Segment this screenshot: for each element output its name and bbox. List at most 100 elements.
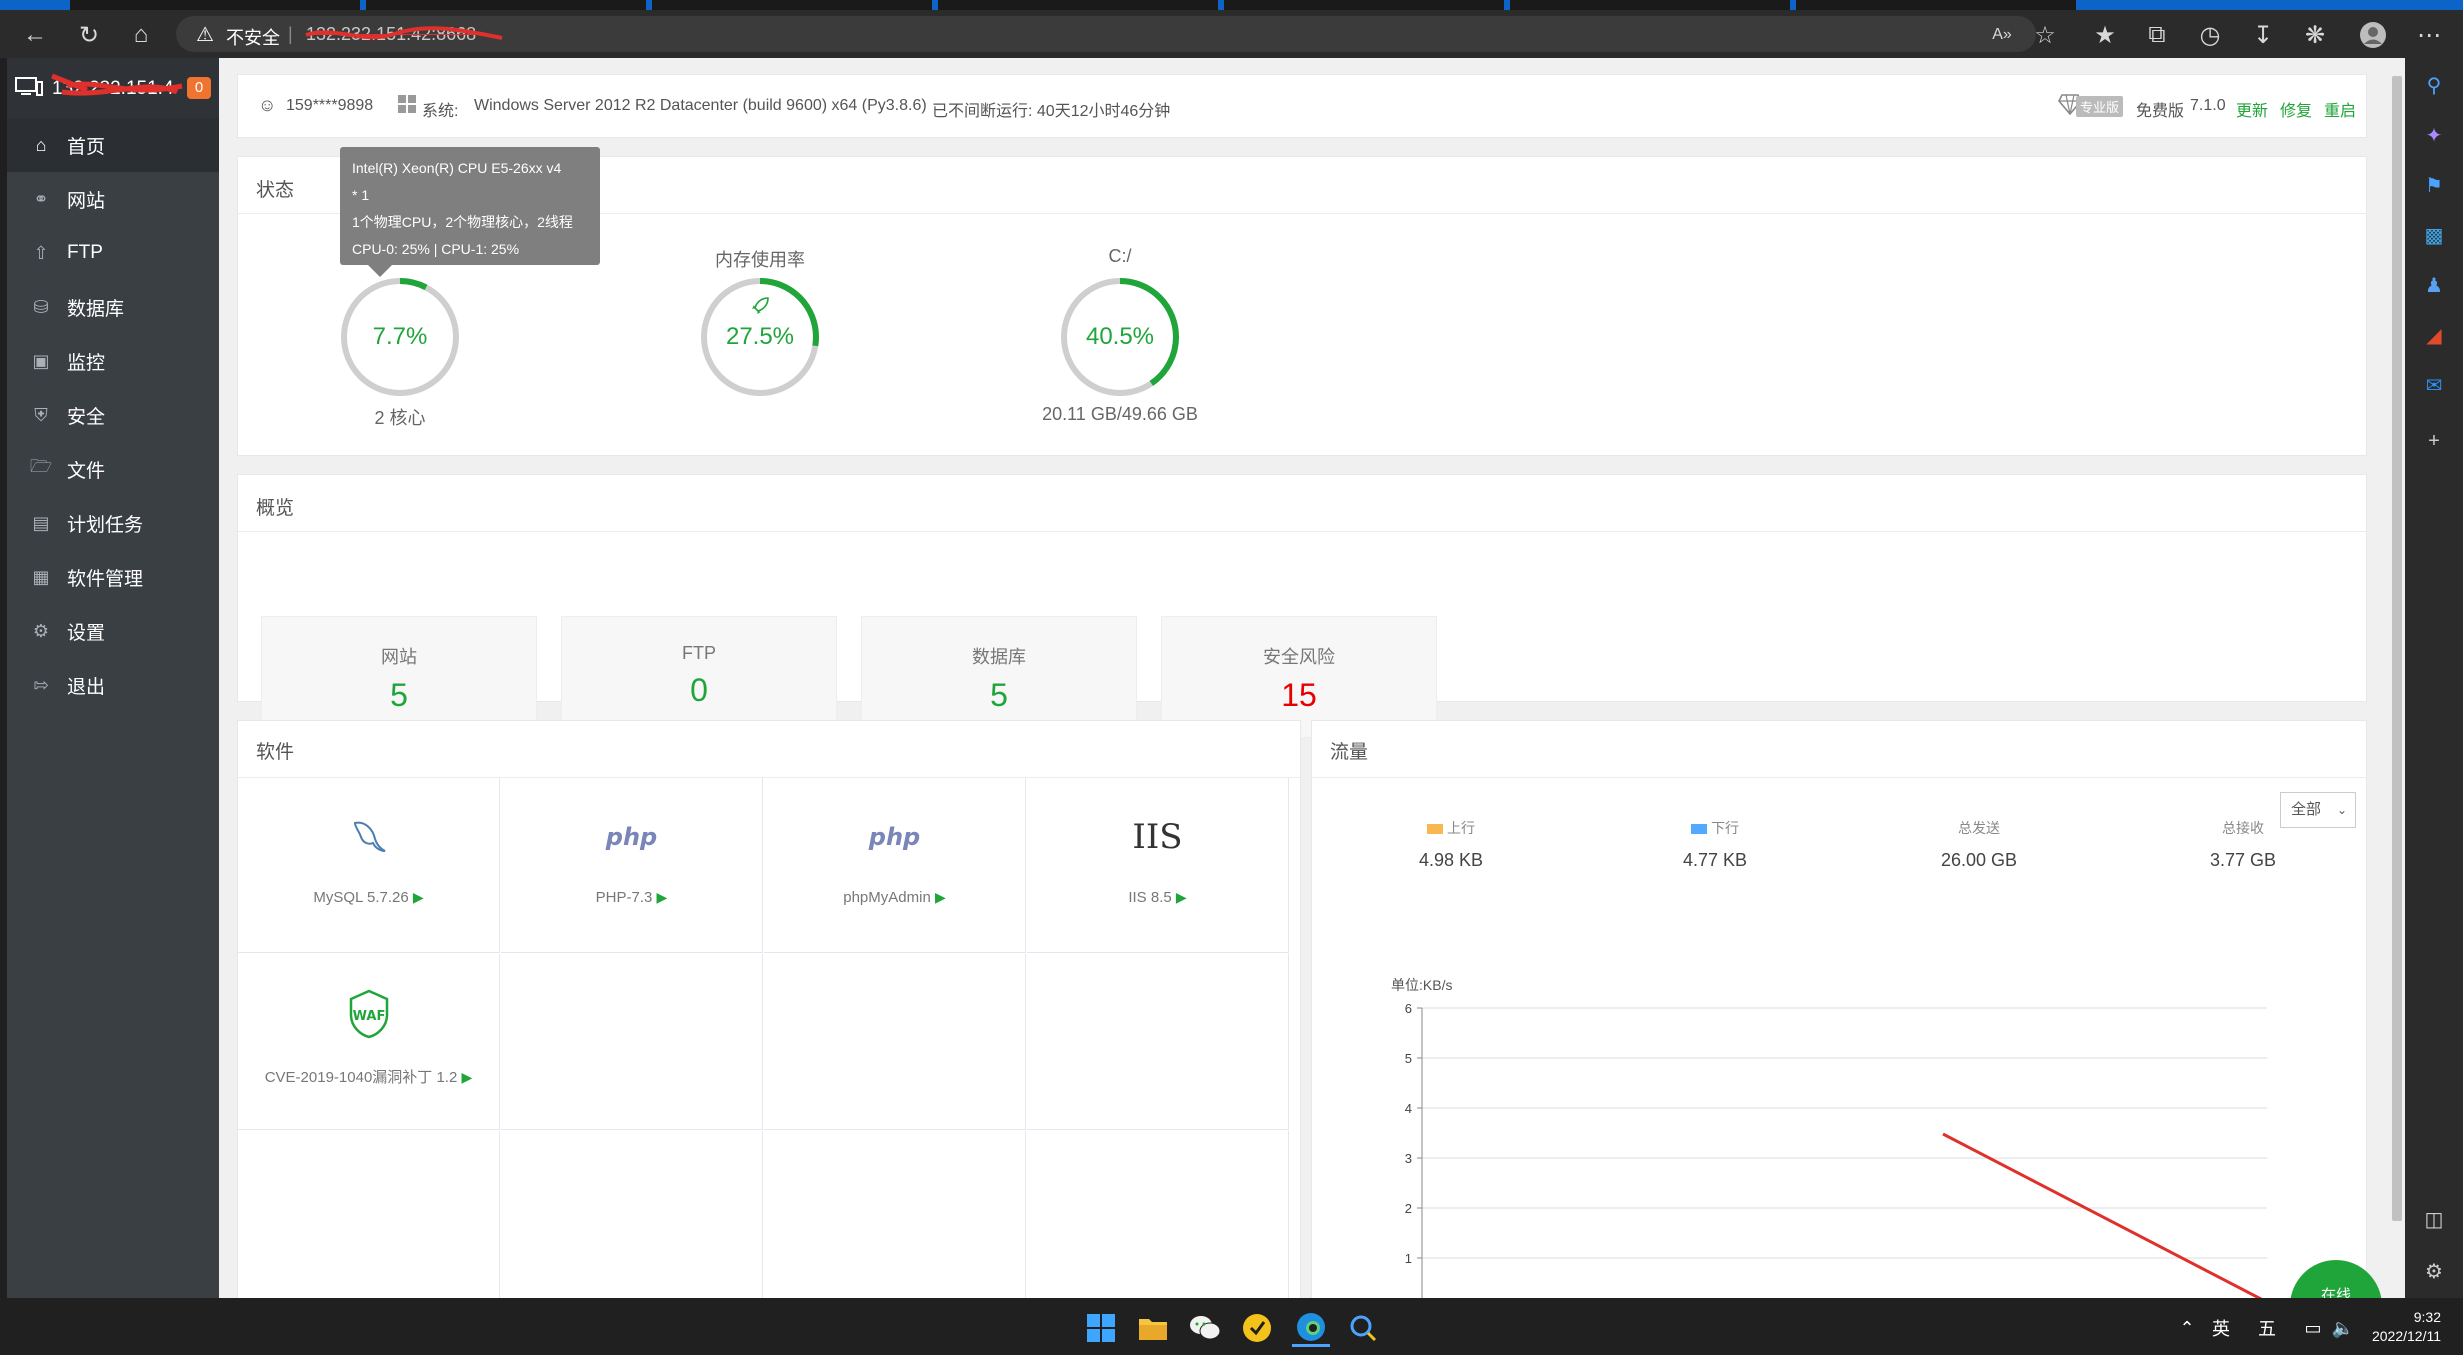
software-name: IIS 8.5 ▶ <box>1027 889 1288 906</box>
software-name: PHP-7.3 ▶ <box>501 889 762 906</box>
profile-icon[interactable] <box>2356 18 2390 52</box>
sidebar-item-cron[interactable]: ▤ 计划任务 <box>7 496 219 550</box>
restart-link[interactable]: 重启 <box>2324 97 2356 121</box>
php-icon: php <box>764 815 1025 859</box>
address-bar[interactable]: ⚠ 不安全 | 132.232.151.42:8668 <box>176 16 2036 52</box>
overview-value: 15 <box>1281 677 1317 713</box>
scrollbar-thumb[interactable] <box>2392 76 2402 1221</box>
volume-icon[interactable]: 🔈 <box>2324 1309 2362 1347</box>
gear-icon[interactable]: ⚙ <box>2419 1256 2449 1286</box>
pro-edition-tag[interactable]: 专业版 <box>2076 96 2124 117</box>
taskbar: ⌃ 英 五 ▭ 🔈 9:32 2022/12/11 <box>0 1298 2463 1355</box>
ime-mode[interactable]: 五 <box>2248 1309 2286 1347</box>
favorite-add-icon[interactable]: ☆ <box>2028 18 2062 52</box>
upload-icon: ⇧ <box>33 242 49 263</box>
read-aloud-icon[interactable]: A» <box>1985 18 2019 52</box>
calendar-icon: ▤ <box>32 512 50 533</box>
sidebar-item-settings[interactable]: ⚙ 设置 <box>7 604 219 658</box>
wechat-icon[interactable] <box>1186 1309 1224 1347</box>
disk-gauge-value: 40.5% <box>1085 323 1155 350</box>
overview-label: 网站 <box>381 647 417 667</box>
overview-title: 概览 <box>256 498 295 519</box>
tab[interactable] <box>1510 0 1790 10</box>
history-icon[interactable]: ◷ <box>2193 18 2227 52</box>
add-icon[interactable]: + <box>2419 426 2449 456</box>
tab[interactable] <box>938 0 1218 10</box>
tab[interactable] <box>1796 0 2076 10</box>
page-scrollbar[interactable] <box>2389 58 2405 1298</box>
sidebar-item-files[interactable]: 🗁 文件 <box>7 442 219 496</box>
software-item-php[interactable]: php PHP-7.3 ▶ <box>501 777 763 953</box>
tag-icon[interactable]: ⚑ <box>2419 170 2449 200</box>
edge-browser-icon[interactable] <box>1292 1309 1330 1347</box>
update-link[interactable]: 更新 <box>2236 97 2268 121</box>
tab[interactable] <box>366 0 646 10</box>
sidebar-item-label: 数据库 <box>67 298 125 320</box>
split-screen-icon[interactable]: ◫ <box>2419 1204 2449 1234</box>
y-tick-label: 6 <box>1405 1001 1412 1016</box>
search-app-icon[interactable] <box>1344 1309 1382 1347</box>
software-name-text: PHP-7.3 <box>595 889 653 906</box>
tooltip-line: CPU-0: 25% | CPU-1: 25% <box>352 241 520 257</box>
play-icon[interactable]: ▶ <box>935 889 946 905</box>
system-clock[interactable]: 9:32 2022/12/11 <box>2372 1308 2441 1346</box>
more-icon[interactable]: ⋯ <box>2412 18 2446 52</box>
play-icon[interactable]: ▶ <box>461 1069 472 1085</box>
search-icon[interactable]: ⚲ <box>2419 70 2449 100</box>
sidebar-item-security[interactable]: ⛨ 安全 <box>7 388 219 442</box>
back-icon[interactable]: ← <box>18 18 52 52</box>
outlook-icon[interactable]: ✉ <box>2419 370 2449 400</box>
play-icon[interactable]: ▶ <box>413 889 424 905</box>
tray-chevron-up-icon[interactable]: ⌃ <box>2168 1309 2206 1347</box>
collections-icon[interactable]: ⧉ <box>2140 18 2174 52</box>
play-icon[interactable]: ▶ <box>657 889 668 905</box>
sidebar-item-website[interactable]: ⚭ 网站 <box>7 172 219 226</box>
traffic-download-stat: 下行 4.77 KB <box>1595 818 1835 871</box>
software-item-phpmyadmin[interactable]: php phpMyAdmin ▶ <box>764 777 1026 953</box>
overview-value: 5 <box>390 677 408 713</box>
iis-logo-text: IIS <box>1132 817 1183 857</box>
overview-label: 数据库 <box>972 647 1026 667</box>
tab[interactable] <box>1224 0 1504 10</box>
folder-icon: 🗁 <box>29 456 53 476</box>
games-icon[interactable]: ♟ <box>2419 270 2449 300</box>
sidebar-item-software[interactable]: ▦ 软件管理 <box>7 550 219 604</box>
repair-link[interactable]: 修复 <box>2280 97 2312 121</box>
software-name: phpMyAdmin ▶ <box>764 889 1025 906</box>
browser-toolbar: ← ↻ ⌂ ⚠ 不安全 | 132.232.151.42:8668 A» ☆ ★… <box>0 10 2463 58</box>
software-item-mysql[interactable]: MySQL 5.7.26 ▶ <box>238 777 500 953</box>
software-item-cve-patch[interactable]: WAF CVE-2019-1040漏洞补丁 1.2 ▶ <box>238 954 500 1130</box>
download-legend-swatch <box>1691 824 1707 835</box>
sidebar-item-logout[interactable]: ⇰ 退出 <box>7 658 219 712</box>
tab[interactable] <box>70 0 360 10</box>
extensions-icon[interactable]: ❋ <box>2298 18 2332 52</box>
toolbox-icon[interactable]: ▩ <box>2419 220 2449 250</box>
upload-label: 上行 <box>1331 818 1571 838</box>
input-language[interactable]: 英 <box>2202 1309 2240 1347</box>
os-info: Windows Server 2012 R2 Datacenter (build… <box>474 97 927 114</box>
copilot-icon[interactable]: ✦ <box>2419 120 2449 150</box>
y-tick-label: 4 <box>1405 1101 1412 1116</box>
y-tick-label: 1 <box>1405 1251 1412 1266</box>
download-icon[interactable]: ↧ <box>2246 18 2280 52</box>
office-icon[interactable]: ◢ <box>2419 320 2449 350</box>
file-explorer-icon[interactable] <box>1134 1309 1172 1347</box>
software-slot-empty <box>501 954 763 1130</box>
sidebar-item-home[interactable]: ⌂ 首页 <box>7 118 219 172</box>
sidebar-item-ftp[interactable]: ⇧ FTP <box>7 226 219 280</box>
refresh-icon[interactable]: ↻ <box>72 18 106 52</box>
sidebar-item-database[interactable]: ⛁ 数据库 <box>7 280 219 334</box>
status-title: 状态 <box>256 180 295 201</box>
play-icon[interactable]: ▶ <box>1176 889 1187 905</box>
tab[interactable] <box>652 0 932 10</box>
windows-start-icon[interactable] <box>1082 1309 1120 1347</box>
favorites-icon[interactable]: ★ <box>2088 18 2122 52</box>
message-badge[interactable]: 0 <box>187 77 211 99</box>
home-icon[interactable]: ⌂ <box>124 18 158 52</box>
sidebar-item-monitor[interactable]: ▣ 监控 <box>7 334 219 388</box>
software-item-iis[interactable]: IIS IIS 8.5 ▶ <box>1027 777 1289 953</box>
norton-icon[interactable] <box>1238 1309 1276 1347</box>
disk-title: C:/ <box>1108 246 1132 266</box>
chat-line: 在线 <box>2320 1287 2351 1298</box>
software-name: MySQL 5.7.26 ▶ <box>238 889 499 906</box>
